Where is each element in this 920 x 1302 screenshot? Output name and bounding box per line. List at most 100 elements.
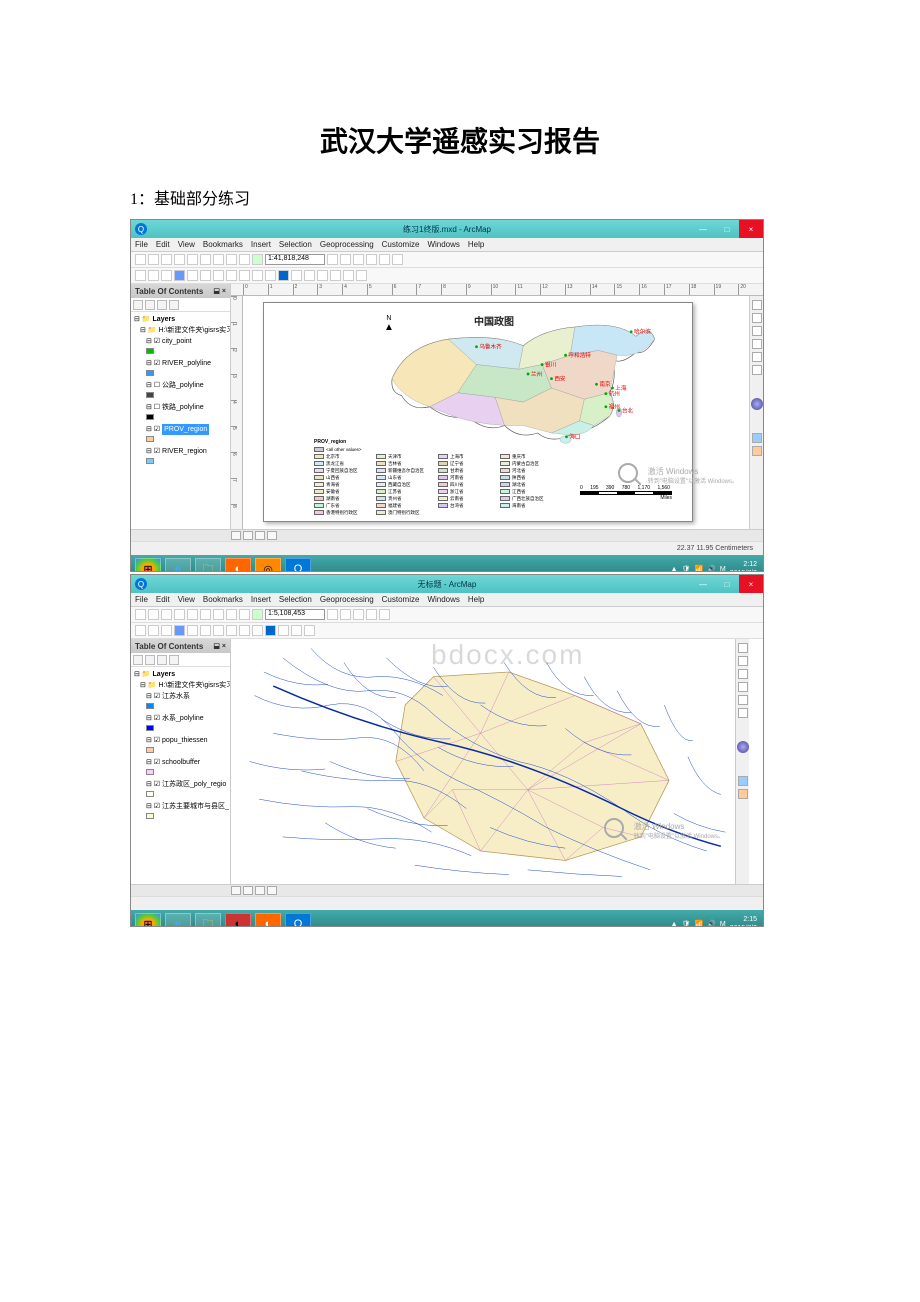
layer-江苏主要城市与县区_[interactable]: ⊟ ☑ 江苏主要城市与县区_ <box>134 801 227 812</box>
minimize-button[interactable]: — <box>691 575 715 593</box>
tool-icon[interactable] <box>752 352 762 362</box>
print-icon[interactable] <box>174 254 185 265</box>
ie-icon[interactable]: e <box>165 558 191 572</box>
menu-windows[interactable]: Windows <box>427 595 459 604</box>
copy-icon[interactable] <box>200 609 211 620</box>
tool6-icon[interactable] <box>738 789 748 799</box>
search-tab-icon[interactable] <box>752 313 762 323</box>
tool5-icon[interactable] <box>738 776 748 786</box>
tray-icon[interactable]: ▲ <box>671 566 678 573</box>
refresh-icon[interactable] <box>255 886 265 895</box>
globe-icon[interactable] <box>737 741 749 753</box>
shield-icon[interactable]: 🛡 <box>682 920 691 927</box>
paste-icon[interactable] <box>213 609 224 620</box>
firefox-icon[interactable]: ◐ <box>225 558 251 572</box>
list-by-drawing-icon[interactable] <box>133 655 143 665</box>
python-icon[interactable] <box>379 609 390 620</box>
arctoolbox-tab-icon[interactable] <box>738 669 748 679</box>
list-by-drawing-icon[interactable] <box>133 300 143 310</box>
fixed-zoom-out-icon[interactable] <box>200 270 211 281</box>
menu-selection[interactable]: Selection <box>279 240 312 249</box>
cut-icon[interactable] <box>187 254 198 265</box>
forward-icon[interactable] <box>226 625 237 636</box>
list-by-selection-icon[interactable] <box>169 300 179 310</box>
layer-popu_thiessen[interactable]: ⊟ ☑ popu_thiessen <box>134 735 227 746</box>
pan-icon[interactable] <box>161 270 172 281</box>
layers-root[interactable]: ⊟ 📁 Layers <box>134 314 227 325</box>
select-icon[interactable] <box>239 625 250 636</box>
zoom-out-icon[interactable] <box>148 270 159 281</box>
menu-edit[interactable]: Edit <box>156 240 170 249</box>
pause-icon[interactable] <box>267 886 277 895</box>
html-popup-icon[interactable] <box>304 270 315 281</box>
pointer-icon[interactable] <box>265 270 276 281</box>
layer-水系_polyline[interactable]: ⊟ ☑ 水系_polyline <box>134 713 227 724</box>
new-icon[interactable] <box>135 609 146 620</box>
layer-公路_polyline[interactable]: ⊟ ☐ 公路_polyline <box>134 380 227 391</box>
arcmap-task-icon[interactable]: Q <box>285 913 311 927</box>
volume-icon[interactable]: 🔊 <box>707 565 716 572</box>
tool5-icon[interactable] <box>752 433 762 443</box>
layer-PROV_region[interactable]: ⊟ ☑ PROV_region <box>134 424 227 435</box>
back-icon[interactable] <box>213 625 224 636</box>
layout-view-icon[interactable] <box>243 531 253 540</box>
toc-icon[interactable] <box>340 254 351 265</box>
open-icon[interactable] <box>148 609 159 620</box>
start-button[interactable]: ⊞ <box>135 913 161 927</box>
data-view-icon[interactable] <box>231 531 241 540</box>
results-tab-icon[interactable] <box>738 682 748 692</box>
explorer-icon[interactable]: 🗀 <box>195 558 221 572</box>
maximize-button[interactable]: □ <box>715 575 739 593</box>
undo-icon[interactable] <box>226 609 237 620</box>
full-extent-icon[interactable] <box>174 625 185 636</box>
save-icon[interactable] <box>161 609 172 620</box>
taskbar-clock[interactable]: 2:15 2015/7/3 <box>730 915 757 927</box>
save-icon[interactable] <box>161 254 172 265</box>
layout-view[interactable]: 01234567891011121314151617181920 0123456… <box>231 284 763 529</box>
maximize-button[interactable]: □ <box>715 220 739 238</box>
results-tab-icon[interactable] <box>752 339 762 349</box>
forward-icon[interactable] <box>226 270 237 281</box>
back-icon[interactable] <box>213 270 224 281</box>
tray-icon[interactable]: ▲ <box>671 921 678 928</box>
ie-icon[interactable]: e <box>165 913 191 927</box>
menu-bookmarks[interactable]: Bookmarks <box>203 595 243 604</box>
toc-pin-icon[interactable]: ⬓ × <box>213 642 226 650</box>
catalog-tab-icon[interactable] <box>752 300 762 310</box>
arctoolbox-icon[interactable] <box>379 254 390 265</box>
pause-icon[interactable] <box>267 531 277 540</box>
zoom-in-icon[interactable] <box>135 270 146 281</box>
redo-icon[interactable] <box>239 254 250 265</box>
search-icon[interactable] <box>366 254 377 265</box>
menu-edit[interactable]: Edit <box>156 595 170 604</box>
datasource-node[interactable]: ⊟ 📁 H:\新建文件夹\gisrs实习 <box>134 680 227 691</box>
firefox-icon[interactable]: ◐ <box>255 913 281 927</box>
print-icon[interactable] <box>174 609 185 620</box>
undo-icon[interactable] <box>226 254 237 265</box>
measure-icon[interactable] <box>278 625 289 636</box>
tool-icon[interactable] <box>738 695 748 705</box>
menu-file[interactable]: File <box>135 595 148 604</box>
menu-file[interactable]: File <box>135 240 148 249</box>
search-tab-icon[interactable] <box>738 656 748 666</box>
pan-icon[interactable] <box>161 625 172 636</box>
tool-icon[interactable] <box>752 365 762 375</box>
layout-view-icon[interactable] <box>243 886 253 895</box>
menu-help[interactable]: Help <box>468 240 484 249</box>
ime-icon[interactable]: M <box>720 566 726 573</box>
zoom-in-icon[interactable] <box>135 625 146 636</box>
menu-help[interactable]: Help <box>468 595 484 604</box>
arcmap-task-icon[interactable]: Q <box>285 558 311 572</box>
identify-icon[interactable] <box>278 270 289 281</box>
clear-select-icon[interactable] <box>252 270 263 281</box>
shield-icon[interactable]: 🛡 <box>682 565 691 572</box>
find-icon[interactable] <box>291 625 302 636</box>
layer-铁路_polyline[interactable]: ⊟ ☐ 铁路_polyline <box>134 402 227 413</box>
menu-selection[interactable]: Selection <box>279 595 312 604</box>
search-icon[interactable] <box>353 609 364 620</box>
data-view-icon[interactable] <box>231 886 241 895</box>
tool-icon[interactable] <box>738 708 748 718</box>
menu-view[interactable]: View <box>178 595 195 604</box>
datasource-node[interactable]: ⊟ 📁 H:\新建文件夹\gisrs实习 <box>134 325 227 336</box>
zoom-out-icon[interactable] <box>148 625 159 636</box>
